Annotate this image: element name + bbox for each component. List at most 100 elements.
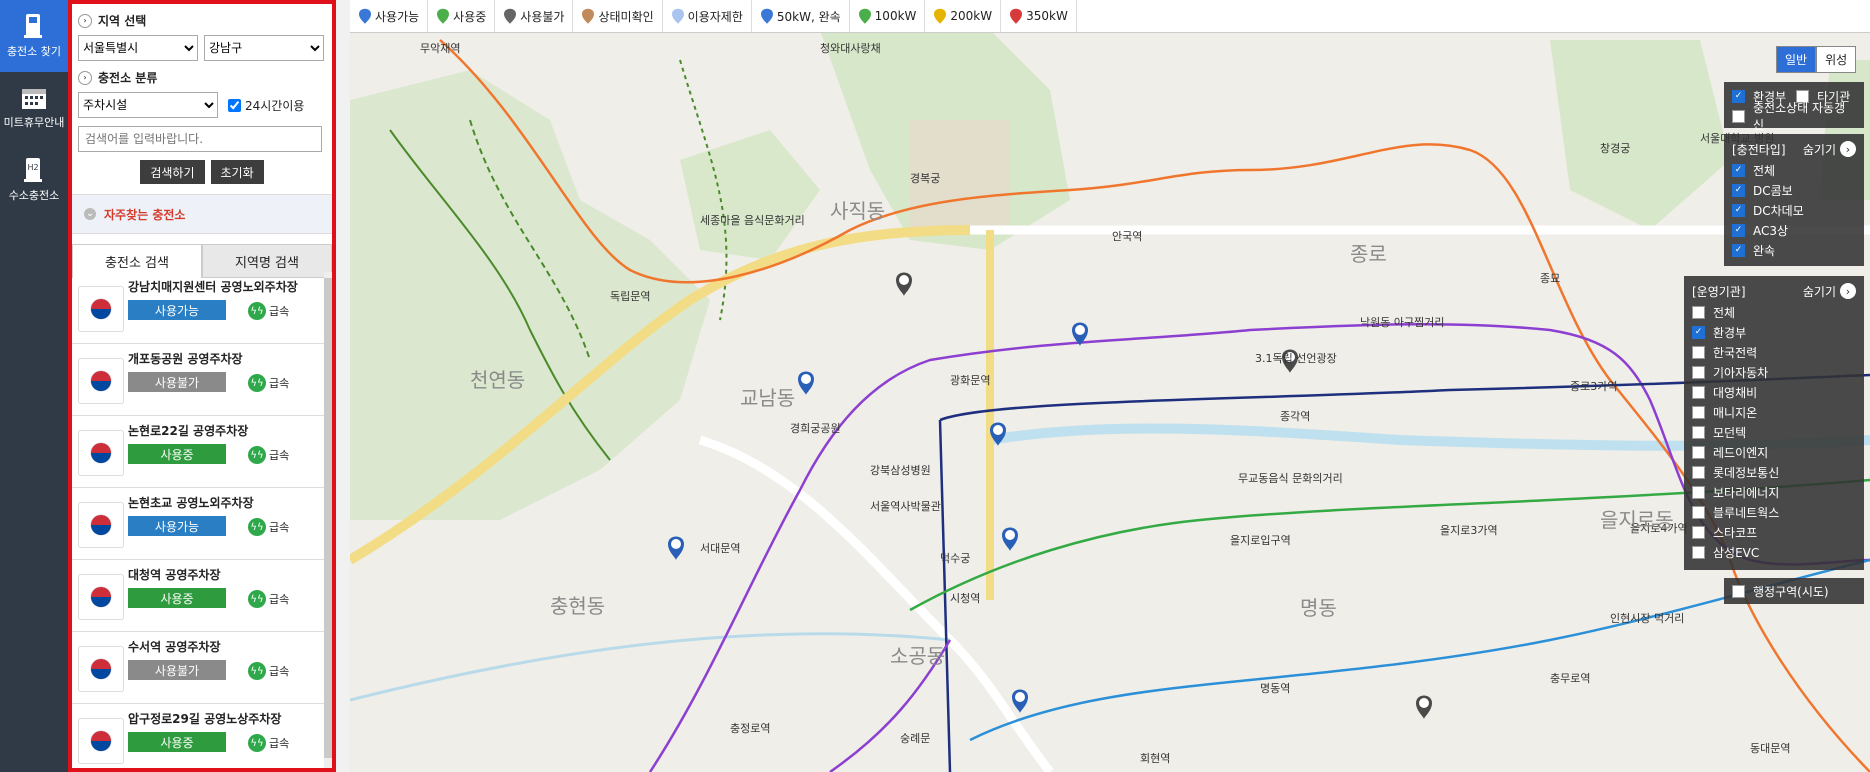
checkbox[interactable] (1732, 109, 1745, 123)
operators-option[interactable]: 모던텍 (1692, 422, 1856, 442)
favorites-toggle[interactable]: ⌄ 자주찾는 충전소 (72, 194, 332, 234)
charge-type-hide-button[interactable]: 숨기기 › (1803, 141, 1856, 158)
checkbox[interactable]: ✓ (1732, 243, 1745, 257)
station-name[interactable]: 수서역 공영주차장 (128, 638, 221, 655)
checkbox[interactable] (1692, 485, 1705, 499)
station-name[interactable]: 강남치매지원센터 공영노외주차장 (128, 278, 298, 295)
chevron-right-icon: › (78, 13, 92, 28)
category-select[interactable]: 주차시설 (78, 92, 218, 118)
operators-option[interactable]: 블루네트웍스 (1692, 502, 1856, 522)
checkbox[interactable] (1692, 545, 1705, 559)
operators-option[interactable]: 보타리에너지 (1692, 482, 1856, 502)
auto-refresh-filter[interactable]: 충전소상태 자동갱신 (1732, 101, 1856, 132)
operators-option[interactable]: 스타코프 (1692, 522, 1856, 542)
charge_type-option[interactable]: ✓ 전체 (1732, 160, 1856, 180)
charge_type-option[interactable]: ✓ DC콤보 (1732, 180, 1856, 200)
checkbox[interactable] (1692, 465, 1705, 479)
charge_type-option-label: 전체 (1753, 163, 1776, 178)
search-panel: › 지역 선택 서울특별시 강남구 › 충전소 분류 주차시설 24시간이용 검색하… (68, 0, 336, 772)
map-district-label: 을지로동 (1600, 508, 1674, 532)
station-list-item[interactable]: 강남치매지원센터 공영노외주차장 사용가능 ϟϟ 급속 (72, 272, 332, 344)
station-name[interactable]: 개포동공원 공영주차장 (128, 350, 243, 367)
operators-option[interactable]: 롯데정보통신 (1692, 462, 1856, 482)
checkbox[interactable] (1732, 584, 1745, 598)
nav-closing-notice[interactable]: 미트휴무안내 (0, 72, 68, 144)
map-place-label: 창경궁 (1600, 142, 1631, 155)
operators-option[interactable]: ✓ 환경부 (1692, 322, 1856, 342)
operators-option[interactable]: 삼성EVC (1692, 542, 1856, 562)
district-select[interactable]: 강남구 (204, 35, 324, 61)
station-name[interactable]: 압구정로29길 공영노상주차장 (128, 710, 281, 727)
checkbox[interactable]: ✓ (1732, 203, 1745, 217)
map-place-label: 명동역 (1260, 682, 1291, 695)
map-place-label: 충무로역 (1550, 672, 1591, 685)
legend-item: 사용가능 (350, 0, 429, 32)
charge_type-option[interactable]: ✓ 완속 (1732, 240, 1856, 260)
checkbox[interactable]: ✓ (1732, 223, 1745, 237)
operators-option[interactable]: 한국전력 (1692, 342, 1856, 362)
map-district-label: 종로 (1350, 242, 1387, 266)
checkbox[interactable]: ✓ (1732, 183, 1745, 197)
map-type-satellite[interactable]: 위성 (1816, 46, 1857, 73)
search-button[interactable]: 검색하기 (140, 160, 205, 184)
park-area (680, 130, 820, 260)
operators-option[interactable]: 전체 (1692, 302, 1856, 322)
checkbox[interactable] (1692, 505, 1705, 519)
station-name[interactable]: 대청역 공영주차장 (128, 566, 221, 583)
checkbox[interactable]: ✓ (1692, 325, 1705, 339)
legend-label: 50kW, 완속 (776, 9, 841, 24)
station-list-item[interactable]: 논현로22길 공영주차장 사용중 ϟϟ 급속 (72, 416, 332, 488)
charge_type-option[interactable]: ✓ DC차데모 (1732, 200, 1856, 220)
operators-option-label: 레드이엔지 (1713, 445, 1769, 460)
charge-type-title: [충전타입] (1732, 142, 1786, 157)
checkbox[interactable] (1692, 405, 1705, 419)
station-list-item[interactable]: 대청역 공영주차장 사용중 ϟϟ 급속 (72, 560, 332, 632)
checkbox[interactable] (1692, 385, 1705, 399)
admin-area-filter[interactable]: 행정구역(시도) (1732, 581, 1856, 601)
legend-item: 이용자제한 (663, 0, 752, 32)
checkbox[interactable] (1692, 445, 1705, 459)
map-place-label: 무악재역 (420, 42, 461, 55)
search-input[interactable] (78, 126, 322, 152)
checkbox[interactable] (1692, 305, 1705, 319)
operators-option[interactable]: 대영채비 (1692, 382, 1856, 402)
operators-option[interactable]: 기아자동차 (1692, 362, 1856, 382)
legend-label: 이용자제한 (687, 9, 743, 24)
charge_type-option[interactable]: ✓ AC3상 (1732, 220, 1856, 240)
checkbox[interactable] (1692, 365, 1705, 379)
station-status-badge: 사용불가 (128, 660, 226, 680)
legend-item: 350kW (1001, 0, 1077, 32)
checkbox[interactable]: ✓ (1732, 89, 1745, 103)
checkbox[interactable] (1692, 345, 1705, 359)
checkbox[interactable] (1692, 525, 1705, 539)
map-canvas[interactable]: 무악재역 독립문역 경복궁 광화문역 안국역 종각역 종로3가역 시청역 서대문역 을지로입구역 을… (350, 0, 1870, 772)
map-type-normal[interactable]: 일반 (1776, 46, 1817, 73)
station-name[interactable]: 논현로22길 공영주차장 (128, 422, 248, 439)
operator-hide-button[interactable]: 숨기기 › (1803, 283, 1856, 300)
reset-button[interactable]: 초기화 (210, 160, 264, 184)
open24-checkbox[interactable] (228, 98, 241, 112)
map-district-label: 교남동 (740, 386, 796, 410)
checkbox[interactable]: ✓ (1732, 163, 1745, 177)
operators-option[interactable]: 매니지온 (1692, 402, 1856, 422)
station-list-item[interactable]: 압구정로29길 공영노상주차장 사용중 ϟϟ 급속 (72, 704, 332, 768)
operators-option-label: 보타리에너지 (1713, 485, 1780, 500)
legend-label: 상태미확인 (598, 9, 654, 24)
station-name[interactable]: 논현초교 공영노외주차장 (128, 494, 254, 511)
map-place-label: 세종마을 음식문화거리 (700, 214, 805, 227)
city-select[interactable]: 서울특별시 (78, 35, 198, 61)
station-list-item[interactable]: 논현초교 공영노외주차장 사용가능 ϟϟ 급속 (72, 488, 332, 560)
nav-hydrogen[interactable]: H2 수소충전소 (0, 144, 68, 216)
legend-label: 350kW (1026, 9, 1068, 23)
nav-find-charger[interactable]: 충전소 찾기 (0, 0, 68, 72)
charger-icon (24, 14, 42, 38)
svg-text:H2: H2 (27, 163, 38, 172)
checkbox[interactable] (1692, 425, 1705, 439)
operator-logo (78, 646, 124, 692)
operators-option[interactable]: 레드이엔지 (1692, 442, 1856, 462)
station-list-item[interactable]: 수서역 공영주차장 사용불가 ϟϟ 급속 (72, 632, 332, 704)
station-list-item[interactable]: 개포동공원 공영주차장 사용불가 ϟϟ 급속 (72, 344, 332, 416)
legend-item: 사용불가 (495, 0, 574, 32)
admin-area-label: 행정구역(시도) (1753, 584, 1829, 599)
list-scrollbar[interactable] (324, 272, 332, 768)
